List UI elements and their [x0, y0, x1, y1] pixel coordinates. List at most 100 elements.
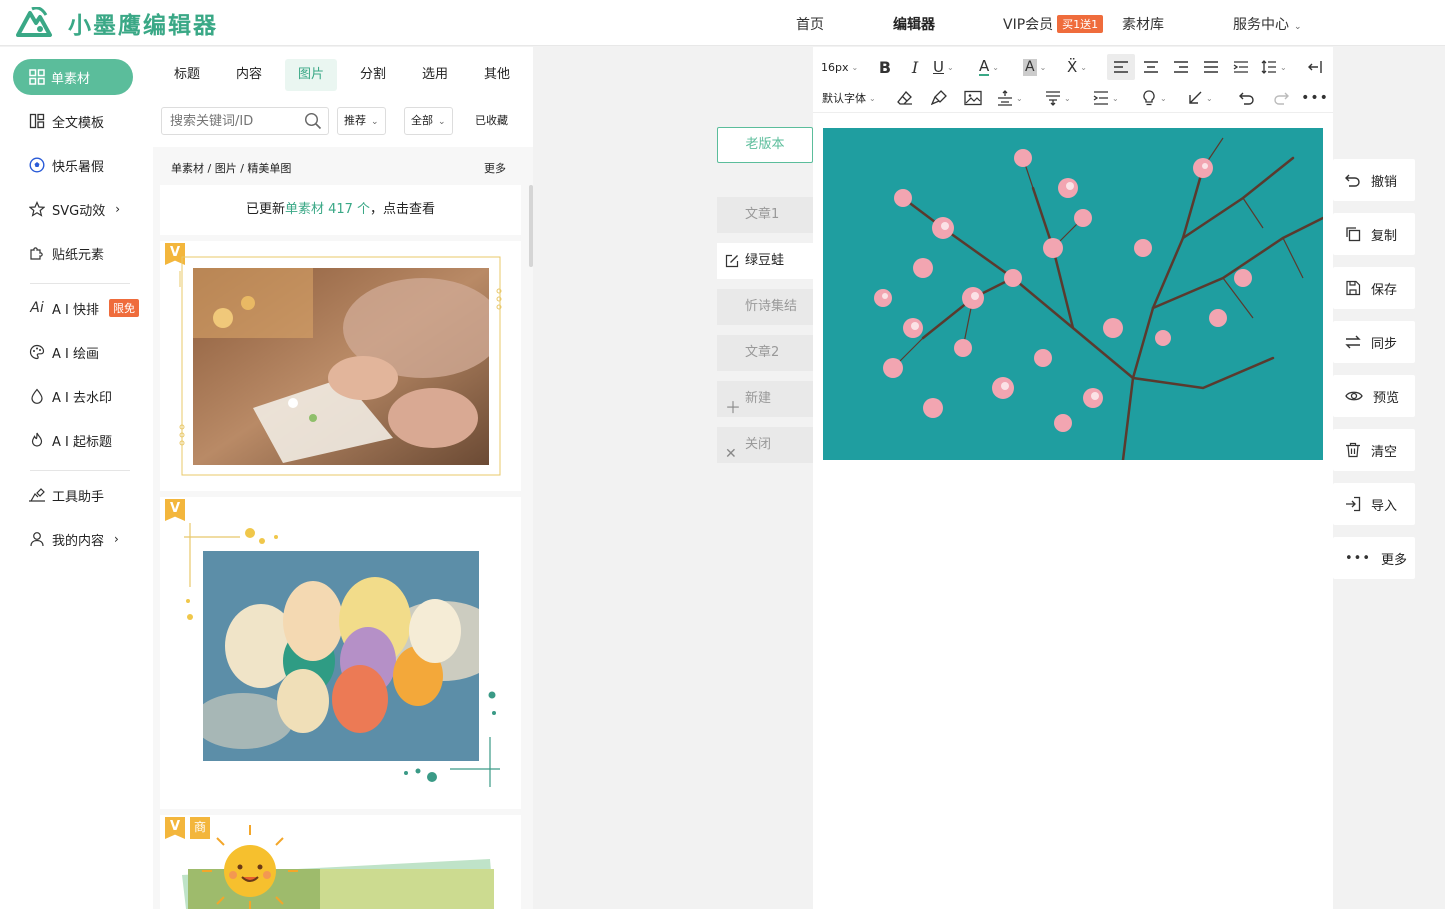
undo-action-button[interactable]: 撤销 — [1333, 159, 1415, 201]
sort-dropdown[interactable]: 推荐 ⌄ — [337, 107, 386, 135]
brush-icon — [931, 90, 947, 106]
paragraph-spacing-button[interactable]: ⌄ — [997, 87, 1023, 109]
import-icon — [1346, 496, 1361, 512]
top-navbar: 小墨鹰编辑器 首页 编辑器 VIP会员 买1送1 素材库 服务中心 ⌄ — [0, 0, 1445, 46]
material-card[interactable]: V 商 — [160, 815, 521, 909]
line-height-button[interactable]: ⌄ — [1261, 56, 1287, 78]
brand-name: 小墨鹰编辑器 — [68, 13, 218, 39]
align-right-button[interactable] — [1171, 56, 1191, 78]
collected-button[interactable]: 已收藏 — [475, 107, 508, 135]
nav-home[interactable]: 首页 — [796, 14, 824, 34]
copy-icon — [1346, 227, 1361, 242]
sync-action-button[interactable]: 同步 — [1333, 321, 1415, 363]
sidebar-item-label: A I 快排 — [52, 302, 99, 318]
justify-icon — [1204, 61, 1218, 73]
italic-button[interactable]: I — [905, 56, 925, 78]
chevron-down-icon: ⌄ — [438, 117, 446, 127]
text-effect-button[interactable]: Ẍ ⌄ — [1067, 56, 1087, 78]
tab-selected[interactable]: 选用 — [409, 59, 461, 91]
nav-service-label: 服务中心 — [1233, 17, 1289, 33]
nav-vip[interactable]: VIP会员 买1送1 — [1003, 14, 1104, 34]
grid-icon — [29, 69, 45, 85]
align-center-button[interactable] — [1141, 56, 1161, 78]
underline-icon: U — [933, 58, 944, 76]
article-item[interactable]: 忻诗集结 — [717, 289, 813, 325]
indent-both-button[interactable]: ⌄ — [1093, 87, 1119, 109]
sidebar-item-single-material[interactable]: 单素材 — [13, 59, 133, 95]
underline-button[interactable]: U ⌄ — [933, 56, 954, 78]
nav-material-library[interactable]: 素材库 — [1122, 14, 1164, 34]
article-list: 老版本 文章1 绿豆蛙 忻诗集结 文章2 ＋ 新建 ✕ 关闭 — [533, 47, 813, 909]
more-action-button[interactable]: ••• 更多 — [1333, 537, 1415, 579]
preview-action-button[interactable]: 预览 — [1333, 375, 1415, 417]
more-tools-button[interactable]: ••• — [1301, 87, 1328, 109]
sidebar-item-label: A I 起标题 — [52, 434, 112, 450]
tab-image[interactable]: 图片 — [285, 59, 338, 91]
import-action-button[interactable]: 导入 — [1333, 483, 1415, 525]
tab-title[interactable]: 标题 — [161, 59, 213, 91]
font-color-button[interactable]: A ⌄ — [979, 56, 999, 78]
bold-button[interactable]: B — [875, 56, 895, 78]
sidebar-item-stickers[interactable]: 贴纸元素 — [28, 242, 104, 264]
font-family-dropdown[interactable]: 默认字体 ⌄ — [822, 89, 876, 107]
clear-action-button[interactable]: 清空 — [1333, 429, 1415, 471]
update-notice[interactable]: 已更新单素材 417 个，点击查看 — [160, 185, 521, 235]
article-item[interactable]: 文章1 — [717, 197, 813, 233]
sidebar-item-label: A I 去水印 — [52, 390, 112, 406]
font-size-dropdown[interactable]: 16px ⌄ — [821, 57, 858, 77]
align-left-button[interactable] — [1107, 54, 1135, 80]
search-icon[interactable] — [304, 112, 322, 130]
nav-service-center[interactable]: 服务中心 ⌄ — [1233, 14, 1302, 34]
ai-icon: Ai — [30, 300, 44, 316]
undo-button[interactable] — [1237, 87, 1257, 109]
bulb-button[interactable]: ⌄ — [1141, 87, 1167, 109]
sidebar-item-my-content[interactable]: 我的内容 › — [28, 528, 119, 550]
indent-button[interactable] — [1231, 56, 1251, 78]
letter-spacing-button[interactable]: ⌄ — [1045, 87, 1071, 109]
arrow-button[interactable]: ⌄ — [1187, 87, 1213, 109]
template-icon — [28, 112, 46, 130]
search-box — [161, 107, 329, 135]
new-article-button[interactable]: ＋ 新建 — [717, 381, 813, 417]
article-item[interactable]: 文章2 — [717, 335, 813, 371]
sidebar-item-ai-watermark[interactable]: A I 去水印 — [28, 385, 112, 407]
sidebar-item-ai-paint[interactable]: A I 绘画 — [28, 341, 99, 363]
tab-other[interactable]: 其他 — [471, 59, 523, 91]
sidebar-item-ai-layout[interactable]: Ai A I 快排 限免 — [28, 297, 139, 319]
copy-action-button[interactable]: 复制 — [1333, 213, 1415, 255]
sidebar-item-full-template[interactable]: 全文模板 — [28, 110, 104, 132]
update-count: 单素材 417 个 — [284, 202, 371, 217]
exit-button[interactable] — [1305, 56, 1325, 78]
clear-format-button[interactable] — [895, 87, 915, 109]
article-item-active[interactable]: 绿豆蛙 — [717, 243, 813, 279]
tab-divider[interactable]: 分割 — [347, 59, 399, 91]
save-action-button[interactable]: 保存 — [1333, 267, 1415, 309]
palette-icon — [28, 343, 46, 361]
nav-vip-label: VIP会员 — [1003, 17, 1054, 33]
sidebar-item-summer[interactable]: 快乐暑假 — [28, 154, 104, 176]
tab-content[interactable]: 内容 — [223, 59, 275, 91]
update-suffix: ，点击查看 — [370, 202, 436, 217]
sidebar-item-tools[interactable]: 工具助手 — [28, 484, 104, 506]
breadcrumb-row: 单素材 / 图片 / 精美单图 更多 — [153, 149, 533, 185]
material-card[interactable]: V — [160, 241, 521, 491]
more-link[interactable]: 更多 — [484, 160, 506, 176]
nav-editor[interactable]: 编辑器 — [893, 14, 935, 34]
close-article-button[interactable]: ✕ 关闭 — [717, 427, 813, 463]
material-card[interactable]: V — [160, 497, 521, 809]
highlight-button[interactable]: A ⌄ — [1023, 56, 1046, 78]
chevron-down-icon: ⌄ — [992, 62, 999, 72]
sidebar-item-svg-effects[interactable]: SVG动效 › — [28, 198, 120, 220]
search-input[interactable] — [162, 108, 298, 134]
cherry-blossom-image[interactable] — [823, 128, 1323, 460]
exit-icon — [1308, 61, 1322, 73]
insert-image-button[interactable] — [963, 87, 983, 109]
sidebar-item-ai-title[interactable]: A I 起标题 — [28, 429, 112, 451]
material-panel: 标题 内容 图片 分割 选用 其他 推荐 ⌄ 全部 ⌄ 已收藏 单素材 / 图片 /… — [153, 47, 533, 909]
range-dropdown[interactable]: 全部 ⌄ — [404, 107, 453, 135]
format-painter-button[interactable] — [929, 87, 949, 109]
justify-button[interactable] — [1201, 56, 1221, 78]
redo-button[interactable] — [1271, 87, 1291, 109]
logo[interactable]: 小墨鹰编辑器 — [16, 6, 218, 40]
old-version-button[interactable]: 老版本 — [717, 127, 813, 163]
